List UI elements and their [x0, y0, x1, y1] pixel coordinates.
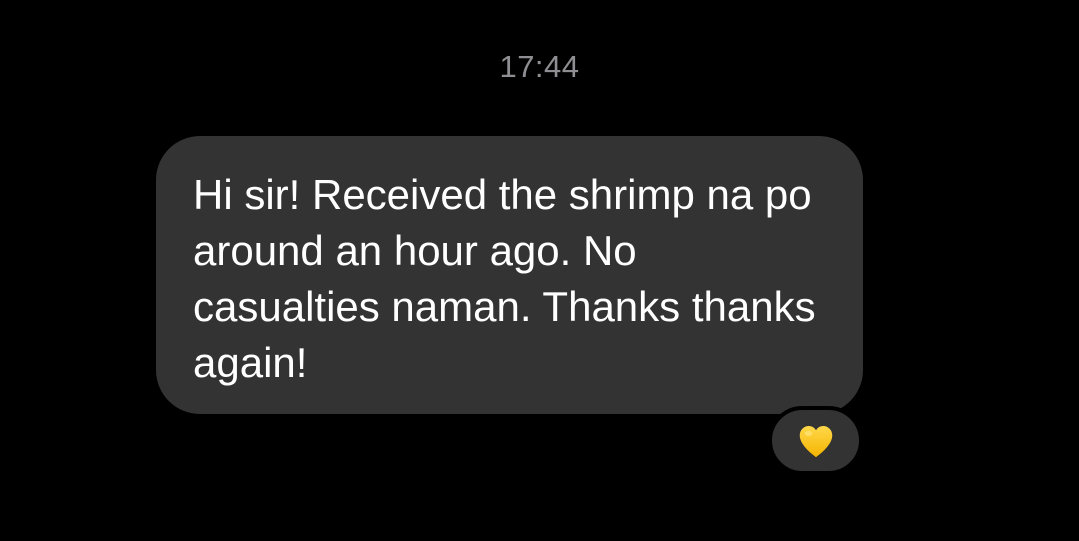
yellow-heart-icon	[799, 425, 832, 457]
reaction-badge[interactable]	[768, 406, 863, 475]
received-message-bubble[interactable]: Hi sir! Received the shrimp na po around…	[156, 136, 863, 414]
message-text: Hi sir! Received the shrimp na po around…	[193, 171, 816, 386]
message-timestamp: 17:44	[499, 49, 580, 84]
